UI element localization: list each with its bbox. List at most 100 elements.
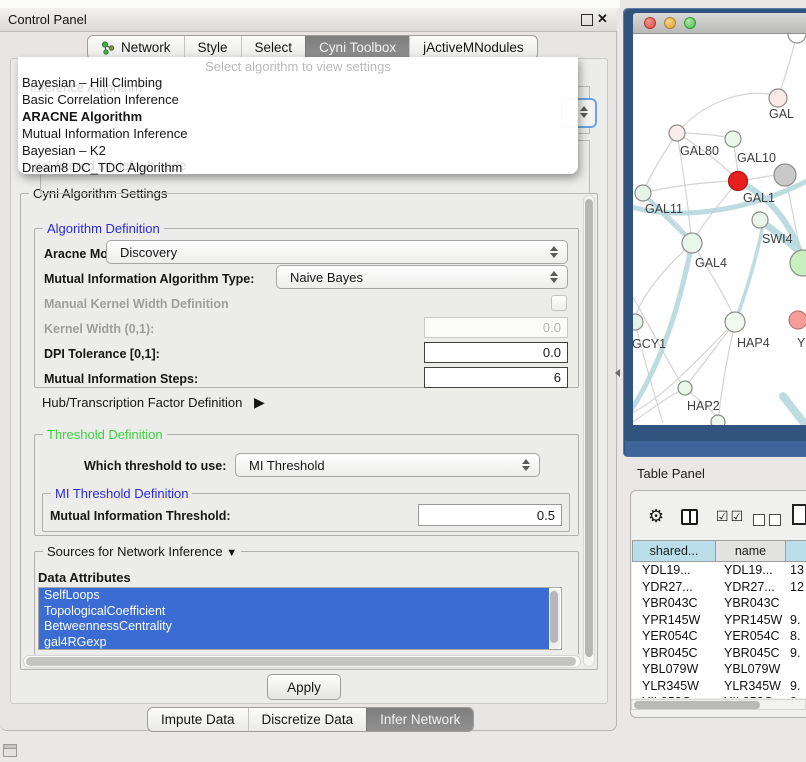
tab-cyni-toolbox-label: Cyni Toolbox xyxy=(319,40,396,55)
aracne-mode-combo[interactable]: Discovery xyxy=(106,240,568,264)
expander-right-arrow-icon: ▶ xyxy=(254,394,265,410)
zoom-traffic-light[interactable] xyxy=(684,17,696,29)
close-traffic-light[interactable] xyxy=(644,17,656,29)
tab-cyni-toolbox[interactable]: Cyni Toolbox xyxy=(305,36,409,59)
table-cell[interactable]: YDR27... xyxy=(642,579,714,596)
dpi-tolerance-input[interactable]: 0.0 xyxy=(424,342,568,363)
settings-hscrollbar-thumb[interactable] xyxy=(26,657,576,666)
table-cell[interactable]: 8. xyxy=(790,628,806,645)
tab-discretize-data[interactable]: Discretize Data xyxy=(248,708,367,731)
close-icon[interactable]: ✕ xyxy=(597,11,608,27)
aracne-mode-value: Discovery xyxy=(120,245,177,260)
table-cell[interactable]: YBR045C xyxy=(642,645,714,662)
list-scrollbar-thumb[interactable] xyxy=(550,591,558,643)
tab-style[interactable]: Style xyxy=(184,36,241,59)
table-cell[interactable]: 9. xyxy=(790,612,806,629)
table-cell[interactable]: YBR043C xyxy=(642,595,714,612)
apply-button[interactable]: Apply xyxy=(267,674,341,700)
table-cell[interactable]: 9. xyxy=(790,694,806,698)
node-gal4[interactable] xyxy=(682,233,702,253)
settings-horizontal-scrollbar[interactable] xyxy=(23,655,581,668)
table-cell[interactable]: YER054C xyxy=(724,628,786,645)
minimized-panel-icon[interactable] xyxy=(3,744,17,757)
node-hap2[interactable] xyxy=(678,381,692,395)
dropdown-item[interactable]: Basic Correlation Inference xyxy=(22,91,562,108)
table-cell[interactable]: YIL052C xyxy=(724,694,786,698)
splitter-collapse-icon[interactable] xyxy=(615,369,620,377)
mi-type-combo[interactable]: Naive Bayes xyxy=(276,265,568,289)
node-label: GAL4 xyxy=(695,256,727,270)
document-icon[interactable] xyxy=(792,504,806,525)
network-canvas[interactable]: GAL GAL80 GAL10 GAL1 GAL11 SWI4 GAL4 GCY… xyxy=(633,34,806,425)
table-cell[interactable]: YIL052C xyxy=(642,694,714,698)
list-item[interactable]: TopologicalCoefficient xyxy=(39,604,549,620)
manual-kernel-checkbox[interactable] xyxy=(551,295,567,311)
tab-jactivemnodules[interactable]: jActiveMNodules xyxy=(409,36,537,59)
node-gal-pink[interactable] xyxy=(769,89,787,107)
table-cell[interactable]: 12 xyxy=(790,579,806,596)
node-gcy1[interactable] xyxy=(633,314,643,330)
sources-group-title-row[interactable]: Sources for Network Inference ▼ xyxy=(43,544,241,559)
table-cell[interactable]: 9. xyxy=(790,678,806,695)
column-header-shared-name[interactable]: shared... xyxy=(632,540,716,562)
list-item[interactable]: SelfLoops xyxy=(39,588,549,604)
node-gal80[interactable] xyxy=(669,125,685,141)
list-item[interactable]: gal4RGexp xyxy=(39,635,549,651)
split-columns-icon[interactable] xyxy=(681,509,698,525)
table-cell[interactable]: YDR27... xyxy=(724,579,786,596)
table-cell[interactable]: YBL079W xyxy=(642,661,714,678)
sources-group-title: Sources for Network Inference xyxy=(47,544,223,559)
tab-network[interactable]: Network xyxy=(88,36,184,59)
table-cell[interactable]: YDL19... xyxy=(642,562,714,579)
unchecked-checkboxes-icon[interactable] xyxy=(753,513,785,531)
table-cell[interactable]: YER054C xyxy=(642,628,714,645)
node-salmon[interactable] xyxy=(789,311,806,329)
tab-infer-network[interactable]: Infer Network xyxy=(366,708,473,731)
which-threshold-combo[interactable]: MI Threshold xyxy=(235,453,540,477)
dropdown-item[interactable]: Dream8 DC_TDC Algorithm xyxy=(22,159,562,176)
network-graph: GAL GAL80 GAL10 GAL1 GAL11 SWI4 GAL4 GCY… xyxy=(633,34,806,425)
node-partial-top[interactable] xyxy=(788,34,806,43)
kernel-width-input: 0.0 xyxy=(424,317,568,338)
table-cell[interactable]: YPR145W xyxy=(724,612,786,629)
tab-select[interactable]: Select xyxy=(241,36,306,59)
column-header-partial[interactable] xyxy=(785,540,806,562)
mi-steps-input[interactable]: 6 xyxy=(424,367,568,388)
table-cell[interactable]: YBR045C xyxy=(724,645,786,662)
minimize-traffic-light[interactable] xyxy=(664,17,676,29)
table-cell[interactable]: 9. xyxy=(790,645,806,662)
float-window-icon[interactable] xyxy=(581,14,593,26)
column-header-name[interactable]: name xyxy=(715,540,786,562)
table-cell[interactable]: YPR145W xyxy=(642,612,714,629)
table-hscrollbar-thumb[interactable] xyxy=(634,701,760,709)
table-cell[interactable]: YBR043C xyxy=(724,595,786,612)
node-hap4[interactable] xyxy=(725,312,745,332)
node-gray[interactable] xyxy=(774,164,796,186)
mi-threshold-input[interactable]: 0.5 xyxy=(418,504,562,526)
settings-scrollbar-thumb[interactable] xyxy=(585,199,593,657)
node-partial-bottom[interactable] xyxy=(711,415,725,425)
node-gal11[interactable] xyxy=(635,185,651,201)
table-cell[interactable]: YDL19... xyxy=(724,562,786,579)
table-cell[interactable]: YLR345W xyxy=(724,678,786,695)
table-cell[interactable]: YLR345W xyxy=(642,678,714,695)
node-gal10[interactable] xyxy=(725,131,741,147)
gear-icon[interactable]: ⚙ xyxy=(648,506,664,527)
dropdown-item[interactable]: Mutual Information Inference xyxy=(22,125,562,142)
table-horizontal-scrollbar[interactable] xyxy=(631,699,806,710)
dpi-tolerance-label: DPI Tolerance [0,1]: xyxy=(44,347,160,361)
dropdown-item[interactable]: Bayesian – K2 xyxy=(22,142,562,159)
table-cell[interactable]: YBL079W xyxy=(724,661,786,678)
node-gal1-selected[interactable] xyxy=(729,172,748,191)
node-swi4[interactable] xyxy=(752,212,768,228)
dropdown-item[interactable]: Bayesian – Hill Climbing xyxy=(22,74,562,91)
node-bright-green[interactable] xyxy=(790,250,806,276)
tab-impute-data[interactable]: Impute Data xyxy=(148,708,248,731)
list-item[interactable]: BetweennessCentrality xyxy=(39,619,549,635)
dropdown-item-selected[interactable]: ARACNE Algorithm xyxy=(22,108,562,125)
checked-checkboxes-icon[interactable]: ☑☑ xyxy=(716,508,745,525)
list-vertical-scrollbar[interactable] xyxy=(549,589,560,649)
hub-definition-expander[interactable]: Hub/Transcription Factor Definition ▶ xyxy=(42,394,265,411)
settings-vertical-scrollbar[interactable] xyxy=(583,195,595,667)
table-cell[interactable]: 13 xyxy=(790,562,806,579)
